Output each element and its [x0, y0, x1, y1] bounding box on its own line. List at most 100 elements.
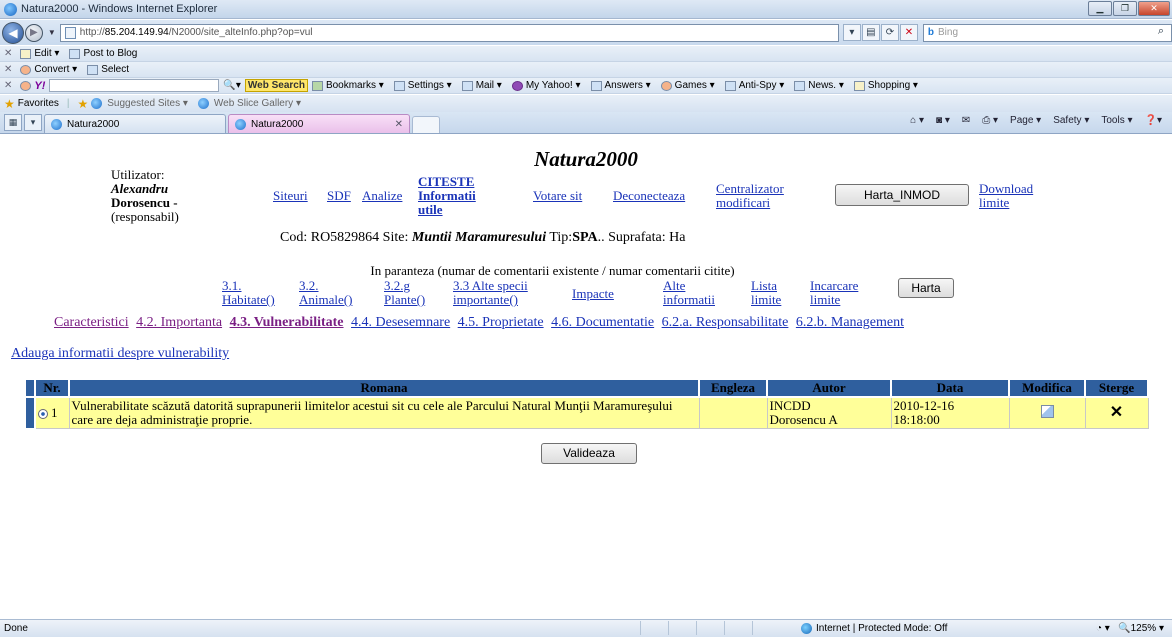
site-name: Muntii Maramuresului	[411, 230, 547, 245]
search-options-icon[interactable]: 🔍▾	[223, 80, 240, 91]
compat-view-icon[interactable]: ▤	[861, 24, 880, 41]
forward-button[interactable]: ▶	[24, 23, 43, 42]
close-window-button[interactable]: ✕	[1138, 1, 1170, 16]
url-field[interactable]: http://85.204.149.94/N2000/site_alteInfo…	[59, 23, 839, 42]
habitate-link[interactable]: 3.1. Habitate()	[222, 279, 275, 307]
section-desesemnare-link[interactable]: 4.4. Desesemnare	[351, 315, 450, 330]
minimize-button[interactable]: ▁	[1088, 1, 1112, 16]
site-info-line: Cod: RO5829864 Site: Muntii Maramuresulu…	[280, 230, 686, 245]
new-tab-button[interactable]	[412, 116, 440, 133]
toolbar-item-settings[interactable]: Settings ▾	[393, 80, 452, 91]
favorites-star-icon[interactable]: ★	[4, 97, 15, 111]
alte-specii-link[interactable]: 3.3 Alte specii importante()	[453, 279, 528, 307]
close-tab-icon[interactable]: ✕	[395, 119, 403, 130]
toolbar-item-shopping[interactable]: Shopping ▾	[853, 80, 918, 91]
stop-icon[interactable]: ✕	[899, 24, 918, 41]
tools-menu[interactable]: Tools ▾	[1101, 115, 1132, 126]
lista-limite-link[interactable]: Lista limite	[751, 279, 781, 307]
web-slice-gallery-link[interactable]: Web Slice Gallery ▾	[214, 98, 301, 109]
tab-natura2000-1[interactable]: Natura2000	[44, 114, 226, 133]
add-info-link[interactable]: Adauga informatii despre vulnerability	[11, 346, 229, 362]
nav-sdf-link[interactable]: SDF	[327, 189, 351, 203]
toolbar-item-mail[interactable]: Mail ▾	[461, 80, 502, 91]
globe-icon	[801, 623, 812, 634]
animale-link[interactable]: 3.2. Animale()	[299, 279, 352, 307]
valideaza-button[interactable]: Valideaza	[541, 443, 637, 464]
favorites-button[interactable]: Favorites	[18, 98, 59, 109]
close-toolbar-icon[interactable]: ✕	[4, 48, 12, 59]
delete-icon[interactable]: ✕	[1110, 404, 1123, 421]
nav-votare-sit-link[interactable]: Votare sit	[533, 189, 582, 203]
command-bar: ⌂ ▾ ◙ ▾ ✉ ⎙ ▾ Page ▾ Safety ▾ Tools ▾ ❓▾	[898, 115, 1162, 126]
nav-download-limite-link[interactable]: Download limite	[979, 182, 1033, 210]
web-search-button[interactable]: Web Search	[244, 79, 308, 92]
row-radio[interactable]	[38, 409, 48, 420]
toolbar-item-games[interactable]: Games ▾	[660, 80, 715, 91]
select-button[interactable]: Select	[87, 64, 129, 75]
search-input[interactable]: b Bing	[922, 23, 1172, 42]
security-zone[interactable]: Internet | Protected Mode: Off	[801, 623, 947, 634]
convert-icon	[20, 64, 32, 75]
toolbar-item-news[interactable]: News. ▾	[794, 80, 844, 91]
add-favorite-icon[interactable]: ★	[78, 97, 89, 111]
help-icon[interactable]: ❓▾	[1145, 115, 1162, 126]
yahoo-logo-icon[interactable]: Y!	[34, 80, 45, 92]
back-button[interactable]: ◀	[2, 21, 24, 44]
toolbar-row-convert: ✕ Convert ▾ Select	[0, 62, 1172, 78]
section-documentatie-link[interactable]: 4.6. Documentatie	[551, 315, 654, 330]
post-to-blog-button[interactable]: Post to Blog	[69, 48, 137, 59]
incarcare-limite-link[interactable]: Incarcare limite	[810, 279, 858, 307]
user-label: Utilizator:	[111, 167, 165, 182]
harta-button[interactable]: Harta	[898, 278, 954, 298]
url-dropdown-icon[interactable]: ▾	[842, 24, 861, 41]
section-importanta-link[interactable]: 4.2. Importanta	[136, 315, 222, 330]
section-proprietate-link[interactable]: 4.5. Proprietate	[458, 315, 544, 330]
tab-natura2000-2[interactable]: Natura2000 ✕	[228, 114, 410, 133]
anti-spy-icon	[724, 80, 736, 91]
nav-deconecteaza-link[interactable]: Deconecteaza	[613, 189, 685, 203]
plante-link[interactable]: 3.2.g Plante()	[384, 279, 425, 307]
feeds-icon[interactable]: ◙ ▾	[936, 115, 950, 126]
quick-tabs-icon[interactable]: ▦	[4, 114, 22, 131]
page-menu[interactable]: Page ▾	[1010, 115, 1041, 126]
alte-informatii-link[interactable]: Alte informatii	[663, 279, 715, 307]
tab-list-icon[interactable]: ▾	[24, 114, 42, 131]
nav-centralizator-link[interactable]: Centralizator modificari	[716, 182, 784, 210]
nav-siteuri-link[interactable]: Siteuri	[273, 189, 308, 203]
settings-icon	[393, 80, 405, 91]
print-icon[interactable]: ⎙ ▾	[982, 115, 998, 126]
refresh-icon[interactable]: ⟳	[880, 24, 899, 41]
zoom-control[interactable]: ◔ ▾ 🔍125% ▾	[1096, 623, 1164, 634]
safety-menu[interactable]: Safety ▾	[1053, 115, 1089, 126]
toolbar-item-anti-spy[interactable]: Anti-Spy ▾	[724, 80, 784, 91]
yahoo-search-input[interactable]	[49, 79, 220, 92]
section-caracteristici-link[interactable]: Caracteristici	[54, 315, 129, 330]
header-nr: Nr.	[34, 378, 70, 398]
convert-menu[interactable]: Convert ▾	[20, 64, 77, 75]
history-dropdown-icon[interactable]: ▼	[48, 28, 56, 37]
maximize-button[interactable]: ❐	[1113, 1, 1137, 16]
search-icon[interactable]: ⌕	[1158, 25, 1164, 38]
toolbar-item-my-yahoo[interactable]: My Yahoo! ▾	[511, 80, 581, 91]
edit-menu[interactable]: Edit ▾	[20, 48, 59, 59]
toolbar-item-bookmarks[interactable]: Bookmarks ▾	[311, 80, 384, 91]
close-toolbar-icon[interactable]: ✕	[4, 80, 12, 91]
section-vulnerabilitate-link[interactable]: 4.3. Vulnerabilitate	[230, 315, 344, 330]
suggested-sites-link[interactable]: Suggested Sites ▾	[107, 98, 188, 109]
edit-icon[interactable]	[1040, 405, 1054, 418]
cell-sterge: ✕	[1084, 396, 1149, 429]
close-toolbar-icon[interactable]: ✕	[4, 64, 12, 75]
nav-citeste-link[interactable]: CITESTE Informatii utile	[418, 175, 476, 217]
home-icon[interactable]: ⌂ ▾	[910, 115, 924, 126]
impacte-link[interactable]: Impacte	[572, 287, 614, 301]
header-engleza: Engleza	[698, 378, 768, 398]
status-text: Done	[4, 623, 28, 634]
section-responsabilitate-link[interactable]: 6.2.a. Responsabilitate	[662, 315, 789, 330]
harta-inmod-button[interactable]: Harta_INMOD	[835, 184, 969, 206]
yahoo-menu-icon[interactable]	[20, 80, 32, 91]
read-mail-icon[interactable]: ✉	[962, 115, 970, 126]
section-management-link[interactable]: 6.2.b. Management	[796, 315, 904, 330]
toolbar-item-answers[interactable]: Answers ▾	[590, 80, 651, 91]
ie-logo-icon	[4, 2, 17, 16]
nav-analize-link[interactable]: Analize	[362, 189, 402, 203]
